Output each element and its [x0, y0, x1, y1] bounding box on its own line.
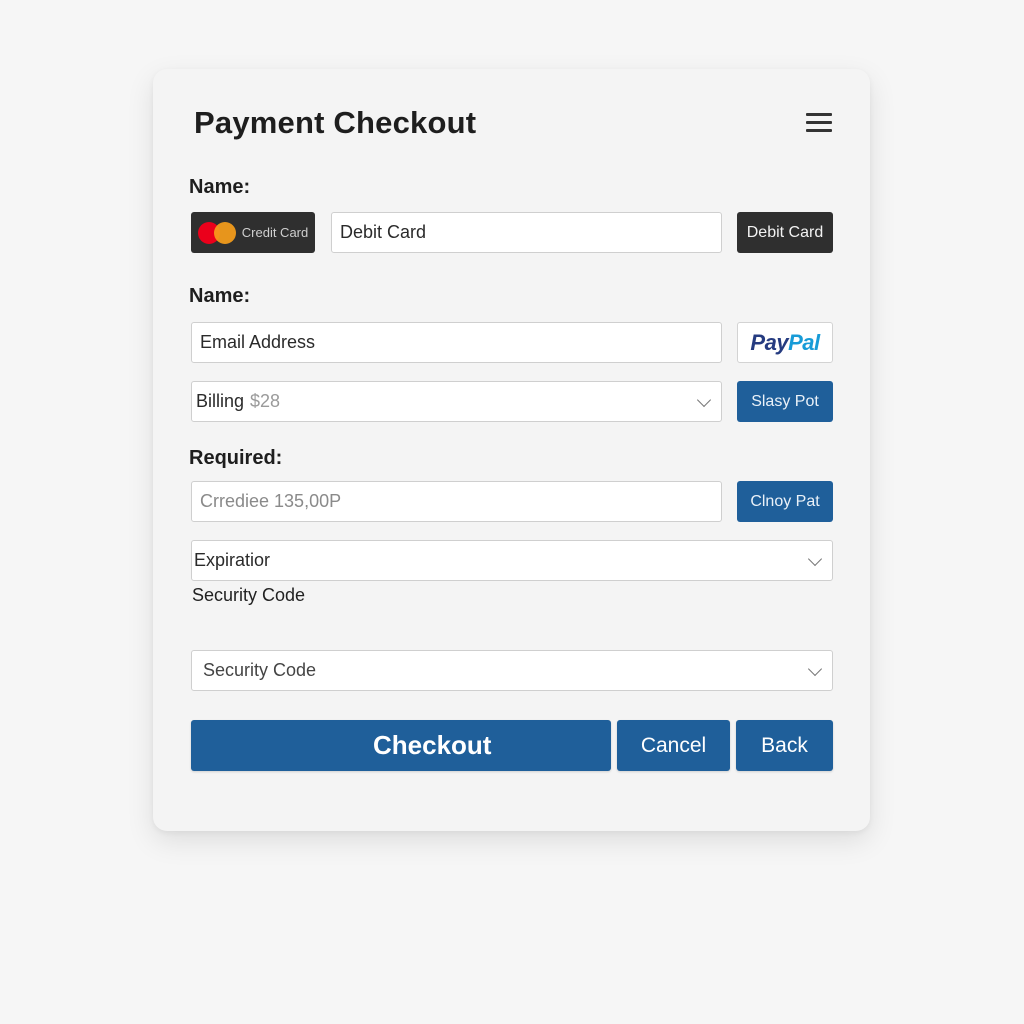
- back-button[interactable]: Back: [736, 720, 833, 771]
- chevron-down-icon: [696, 392, 712, 407]
- billing-amount: $28: [250, 391, 281, 411]
- checkout-card: Payment Checkout Name: Credit Card Debit…: [153, 69, 870, 831]
- required-label: Required:: [189, 447, 283, 469]
- credit-amount-input[interactable]: Crrediee 135,00P: [191, 481, 722, 522]
- paypal-logo-part2: Pal: [788, 329, 820, 355]
- clnoy-pat-button[interactable]: Clnoy Pat: [737, 481, 833, 522]
- credit-card-button-label: Credit Card: [241, 225, 309, 240]
- name-label-2: Name:: [189, 285, 251, 307]
- debit-card-input-value: Debit Card: [340, 222, 427, 242]
- debit-card-input[interactable]: Debit Card: [331, 212, 722, 253]
- security-code-select[interactable]: Security Code: [191, 650, 833, 691]
- email-address-input-value: Email Address: [200, 332, 316, 352]
- hamburger-menu-icon[interactable]: [806, 112, 832, 134]
- credit-card-button[interactable]: Credit Card: [191, 212, 315, 253]
- chevron-down-icon: [807, 551, 823, 566]
- page-title: Payment Checkout: [194, 105, 477, 140]
- paypal-logo-part1: Pay: [750, 329, 789, 355]
- security-code-select-value: Security Code: [203, 660, 317, 680]
- security-code-label: Security Code: [192, 585, 306, 605]
- expiration-select-value: Expiratior: [194, 550, 271, 570]
- expiration-select[interactable]: Expiratior: [191, 540, 833, 581]
- checkout-button[interactable]: Checkout: [191, 720, 611, 771]
- cancel-button[interactable]: Cancel: [617, 720, 730, 771]
- mastercard-logo-icon: [197, 221, 236, 244]
- paypal-button[interactable]: Pay Pal: [737, 322, 833, 363]
- slasy-pot-button[interactable]: Slasy Pot: [737, 381, 833, 422]
- credit-amount-input-value: Crrediee 135,00P: [200, 491, 342, 511]
- name-label: Name:: [189, 176, 251, 198]
- debit-card-button[interactable]: Debit Card: [737, 212, 833, 253]
- billing-select-value: Billing: [196, 391, 245, 411]
- billing-select[interactable]: Billing $28: [191, 381, 722, 422]
- email-address-input[interactable]: Email Address: [191, 322, 722, 363]
- chevron-down-icon: [807, 661, 823, 676]
